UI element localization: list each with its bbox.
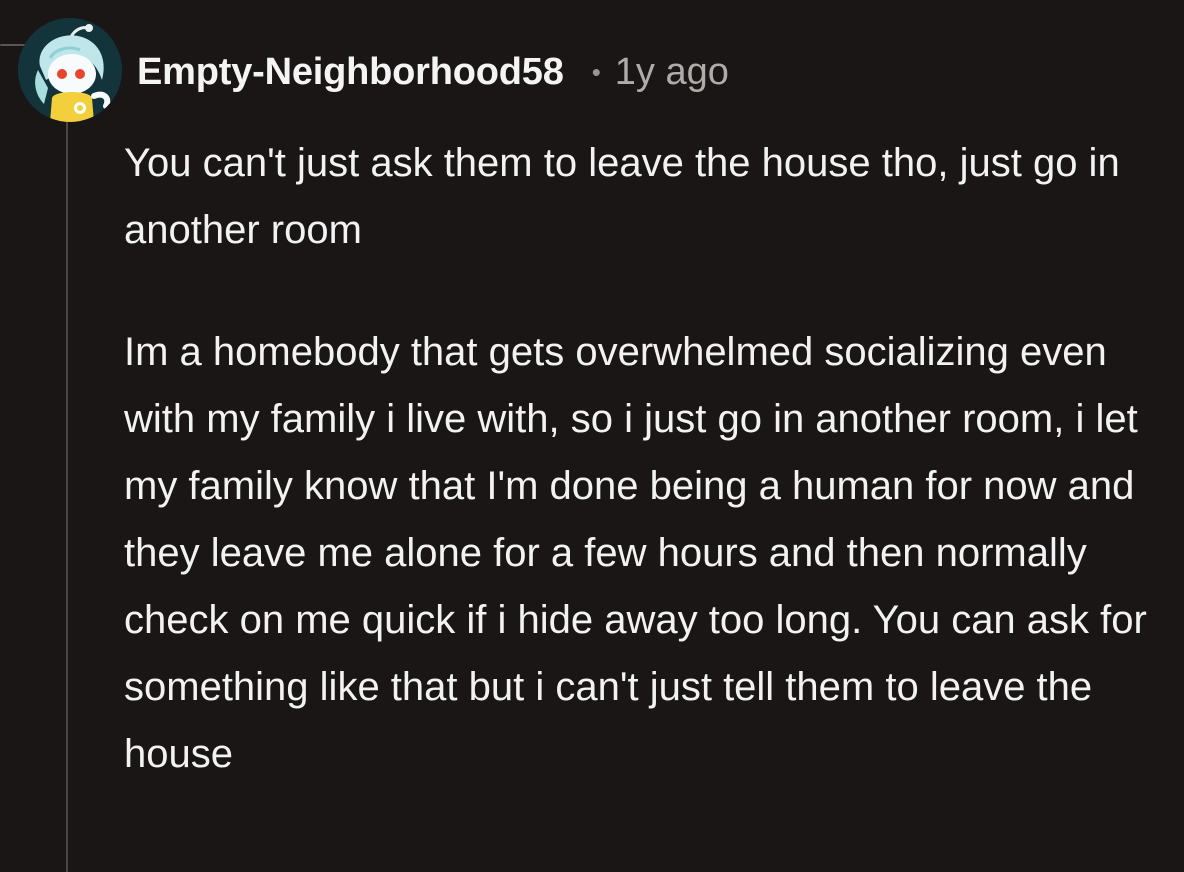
snoo-avatar-icon	[18, 18, 122, 122]
user-avatar[interactable]	[18, 18, 122, 122]
comment-body: You can't just ask them to leave the hou…	[124, 130, 1164, 788]
comment-timestamp[interactable]: 1y ago	[615, 51, 729, 94]
thread-line[interactable]	[66, 118, 68, 872]
comment-paragraph-2: Im a homebody that gets overwhelmed soci…	[124, 330, 1147, 776]
comment-paragraph-1: You can't just ask them to leave the hou…	[124, 141, 1120, 252]
author-username[interactable]: Empty-Neighborhood58	[137, 51, 564, 94]
comment-header: Empty-Neighborhood58 • 1y ago	[137, 44, 729, 100]
meta-separator: •	[591, 57, 601, 87]
parent-thread-line	[0, 44, 26, 46]
